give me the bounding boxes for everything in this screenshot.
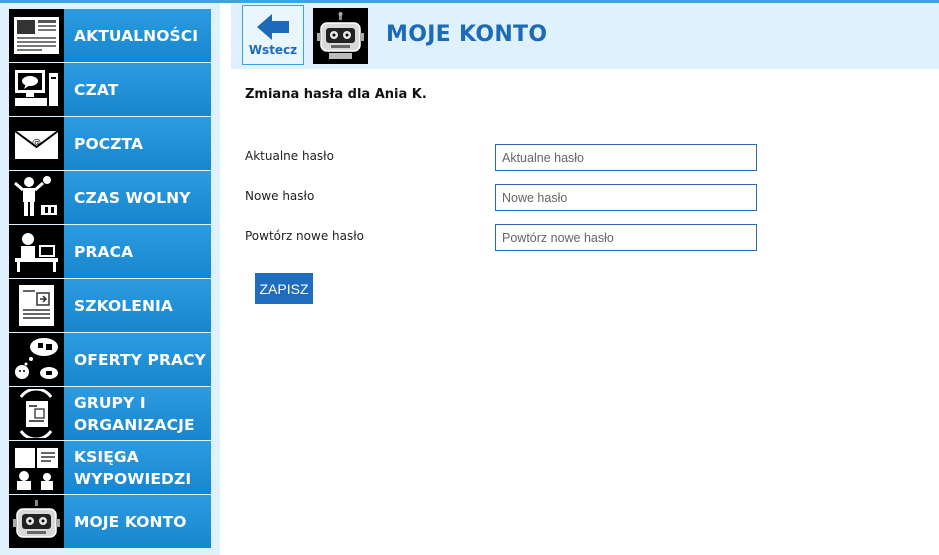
sidebar-item-aktualnosci[interactable]: AKTUALNOŚCI — [9, 9, 211, 62]
sidebar-item-label: GRUPY I ORGANIZACJE — [74, 393, 195, 434]
newspaper-icon — [9, 9, 64, 62]
arrow-left-icon — [257, 14, 289, 40]
sidebar: AKTUALNOŚCI CZAT @ POCZTA CZAS WOLNY PRA… — [0, 3, 220, 555]
sidebar-item-label: SZKOLENIA — [74, 296, 173, 315]
form-title: Zmiana hasła dla Ania K. — [245, 87, 427, 102]
office-work-icon — [9, 225, 64, 278]
new-password-label: Nowe hasło — [245, 189, 315, 203]
back-button[interactable]: Wstecz — [242, 5, 304, 65]
page-title: MOJE KONTO — [386, 22, 548, 47]
sidebar-item-label: POCZTA — [74, 134, 144, 153]
computer-chat-icon — [9, 63, 64, 116]
training-document-icon — [9, 279, 64, 332]
sidebar-item-moje-konto[interactable]: MOJE KONTO — [9, 495, 211, 548]
sidebar-item-label: KSIĘGA WYPOWIEDZI — [74, 447, 192, 488]
sidebar-item-czas-wolny[interactable]: CZAS WOLNY — [9, 171, 211, 224]
current-password-input[interactable] — [495, 144, 757, 171]
sidebar-item-grupy-i-organizacje[interactable]: GRUPY I ORGANIZACJE — [9, 387, 211, 440]
svg-text:@: @ — [32, 138, 41, 148]
sidebar-item-poczta[interactable]: @ POCZTA — [9, 117, 211, 170]
sidebar-item-label: CZAT — [74, 80, 119, 99]
current-password-label: Aktualne hasło — [245, 149, 334, 163]
job-offers-icon — [9, 333, 64, 386]
sidebar-item-label: CZAS WOLNY — [74, 188, 191, 207]
sidebar-item-praca[interactable]: PRACA — [9, 225, 211, 278]
repeat-password-label: Powtórz nowe hasło — [245, 229, 364, 243]
sidebar-item-label: AKTUALNOŚCI — [74, 26, 199, 45]
sidebar-item-ksiega-wypowiedzi[interactable]: KSIĘGA WYPOWIEDZI — [9, 441, 211, 494]
robot-icon — [9, 495, 64, 548]
save-button[interactable]: ZAPISZ — [255, 273, 313, 304]
sidebar-item-label: MOJE KONTO — [74, 512, 187, 531]
sidebar-item-oferty-pracy[interactable]: OFERTY PRACY — [9, 333, 211, 386]
back-button-label: Wstecz — [248, 43, 298, 57]
repeat-password-input[interactable] — [495, 224, 757, 251]
robot-icon — [313, 8, 368, 64]
groups-icon — [9, 387, 64, 440]
envelope-icon: @ — [9, 117, 64, 170]
guestbook-icon — [9, 441, 64, 494]
sidebar-item-label: OFERTY PRACY — [74, 350, 206, 369]
sidebar-item-czat[interactable]: CZAT — [9, 63, 211, 116]
new-password-input[interactable] — [495, 184, 757, 211]
leisure-icon — [9, 171, 64, 224]
sidebar-item-label: PRACA — [74, 242, 134, 261]
page-header: Wstecz MOJE KONTO — [231, 3, 939, 69]
sidebar-item-szkolenia[interactable]: SZKOLENIA — [9, 279, 211, 332]
